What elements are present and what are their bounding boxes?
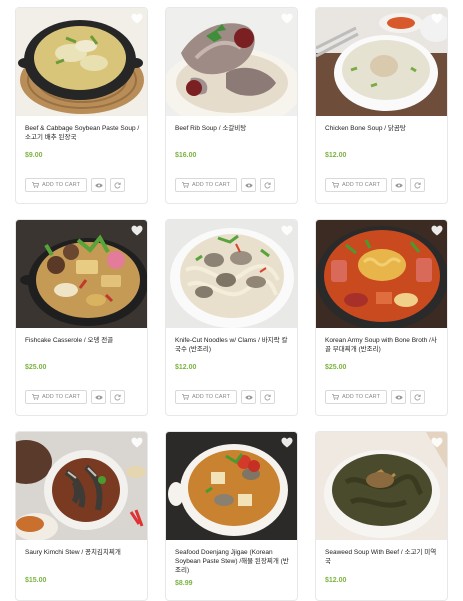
heart-icon[interactable]: [431, 225, 443, 236]
eye-icon: [244, 394, 253, 400]
heart-icon[interactable]: [431, 437, 443, 448]
product-card[interactable]: Fishcake Casserole / 오뎅 전골 $25.00 ADD TO…: [15, 219, 148, 416]
heart-icon[interactable]: [131, 437, 143, 448]
product-grid: Beef & Cabbage Soybean Paste Soup / 소고기 …: [0, 0, 463, 601]
product-actions: ADD TO CART: [175, 390, 275, 404]
eye-icon: [244, 182, 253, 188]
compare-button[interactable]: [110, 390, 125, 404]
product-image[interactable]: [316, 220, 447, 328]
product-card[interactable]: Beef Rib Soup / 소갈비탕 $16.00 ADD TO CART: [165, 7, 298, 204]
refresh-icon: [264, 393, 271, 400]
product-price: $25.00: [25, 364, 47, 371]
product-name[interactable]: Saury Kimchi Stew / 꽁치김치찌개: [25, 548, 141, 557]
product-name[interactable]: Chicken Bone Soup / 닭곰탕: [325, 124, 441, 133]
eye-icon: [94, 394, 103, 400]
quick-view-button[interactable]: [391, 390, 406, 404]
product-card[interactable]: Beef & Cabbage Soybean Paste Soup / 소고기 …: [15, 7, 148, 204]
quick-view-button[interactable]: [91, 390, 106, 404]
refresh-icon: [414, 393, 421, 400]
product-card[interactable]: Seaweed Soup With Beef / 소고기 미역국 $12.00: [315, 431, 448, 601]
product-actions: ADD TO CART: [25, 178, 125, 192]
heart-icon[interactable]: [431, 13, 443, 24]
product-card[interactable]: Korean Army Soup with Bone Broth /사골 부대찌…: [315, 219, 448, 416]
product-actions: ADD TO CART: [325, 178, 425, 192]
product-card[interactable]: Seafood Doenjang Jjigae (Korean Soybean …: [165, 431, 298, 601]
product-name[interactable]: Korean Army Soup with Bone Broth /사골 부대찌…: [325, 336, 441, 354]
add-to-cart-label: ADD TO CART: [41, 394, 81, 400]
product-name[interactable]: Beef & Cabbage Soybean Paste Soup / 소고기 …: [25, 124, 141, 142]
eye-icon: [94, 182, 103, 188]
refresh-icon: [114, 181, 121, 188]
add-to-cart-button[interactable]: ADD TO CART: [25, 390, 87, 404]
cart-icon: [181, 394, 189, 400]
product-actions: ADD TO CART: [25, 390, 125, 404]
cart-icon: [331, 182, 339, 188]
cart-icon: [331, 394, 339, 400]
product-name[interactable]: Knife-Cut Noodles w/ Clams / 바지락 칼국수 (반조…: [175, 336, 291, 354]
cart-icon: [31, 182, 39, 188]
product-name[interactable]: Beef Rib Soup / 소갈비탕: [175, 124, 291, 133]
product-image[interactable]: [16, 8, 147, 116]
refresh-icon: [414, 181, 421, 188]
product-actions: ADD TO CART: [325, 390, 425, 404]
product-image[interactable]: [16, 432, 147, 540]
heart-icon[interactable]: [281, 225, 293, 236]
heart-icon[interactable]: [131, 225, 143, 236]
product-actions: ADD TO CART: [175, 178, 275, 192]
add-to-cart-button[interactable]: ADD TO CART: [175, 178, 237, 192]
eye-icon: [394, 394, 403, 400]
add-to-cart-label: ADD TO CART: [41, 182, 81, 188]
compare-button[interactable]: [410, 390, 425, 404]
product-price: $12.00: [175, 364, 197, 371]
product-name[interactable]: Seaweed Soup With Beef / 소고기 미역국: [325, 548, 441, 566]
refresh-icon: [114, 393, 121, 400]
product-price: $12.00: [325, 577, 347, 584]
compare-button[interactable]: [110, 178, 125, 192]
product-image[interactable]: [166, 8, 297, 116]
quick-view-button[interactable]: [391, 178, 406, 192]
product-name[interactable]: Fishcake Casserole / 오뎅 전골: [25, 336, 141, 345]
add-to-cart-label: ADD TO CART: [191, 182, 231, 188]
add-to-cart-label: ADD TO CART: [341, 182, 381, 188]
product-price: $12.00: [325, 152, 347, 159]
quick-view-button[interactable]: [241, 390, 256, 404]
product-image[interactable]: [316, 8, 447, 116]
cart-icon: [31, 394, 39, 400]
add-to-cart-button[interactable]: ADD TO CART: [175, 390, 237, 404]
add-to-cart-label: ADD TO CART: [341, 394, 381, 400]
compare-button[interactable]: [410, 178, 425, 192]
eye-icon: [394, 182, 403, 188]
compare-button[interactable]: [260, 390, 275, 404]
product-card[interactable]: Saury Kimchi Stew / 꽁치김치찌개 $15.00: [15, 431, 148, 601]
refresh-icon: [264, 181, 271, 188]
heart-icon[interactable]: [281, 13, 293, 24]
quick-view-button[interactable]: [91, 178, 106, 192]
compare-button[interactable]: [260, 178, 275, 192]
product-card[interactable]: Knife-Cut Noodles w/ Clams / 바지락 칼국수 (반조…: [165, 219, 298, 416]
product-price: $9.00: [25, 152, 43, 159]
product-image[interactable]: [166, 220, 297, 328]
heart-icon[interactable]: [281, 437, 293, 448]
heart-icon[interactable]: [131, 13, 143, 24]
product-price: $8.99: [175, 580, 193, 587]
product-price: $25.00: [325, 364, 347, 371]
add-to-cart-button[interactable]: ADD TO CART: [325, 390, 387, 404]
product-price: $16.00: [175, 152, 197, 159]
product-image[interactable]: [16, 220, 147, 328]
add-to-cart-label: ADD TO CART: [191, 394, 231, 400]
add-to-cart-button[interactable]: ADD TO CART: [325, 178, 387, 192]
add-to-cart-button[interactable]: ADD TO CART: [25, 178, 87, 192]
product-image[interactable]: [166, 432, 297, 540]
cart-icon: [181, 182, 189, 188]
product-image[interactable]: [316, 432, 447, 540]
product-name[interactable]: Seafood Doenjang Jjigae (Korean Soybean …: [175, 548, 291, 575]
product-card[interactable]: Chicken Bone Soup / 닭곰탕 $12.00 ADD TO CA…: [315, 7, 448, 204]
product-price: $15.00: [25, 577, 47, 584]
quick-view-button[interactable]: [241, 178, 256, 192]
